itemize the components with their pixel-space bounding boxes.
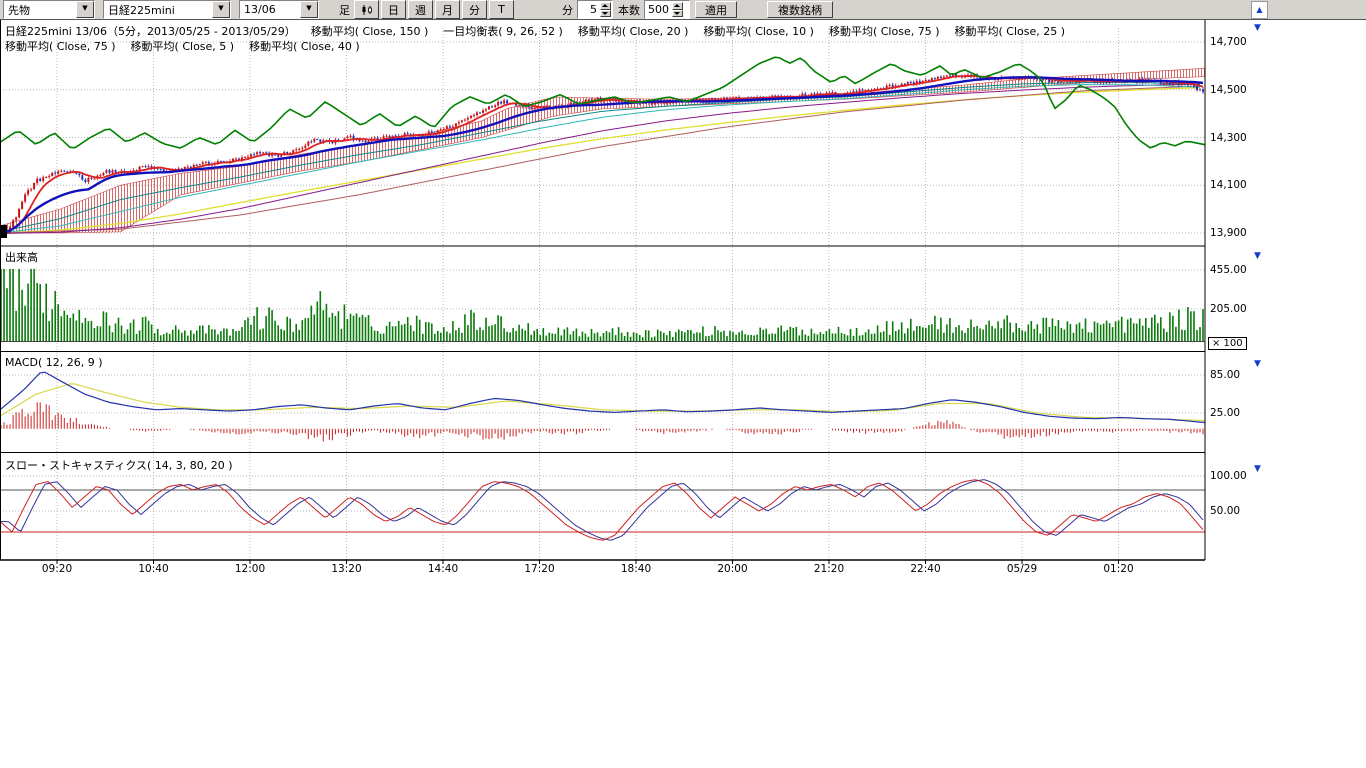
instrument-select[interactable]: 日経225mini ▼ [103, 0, 231, 19]
spinner-icon[interactable] [672, 2, 683, 17]
minute-input[interactable]: 5 [577, 0, 613, 19]
bar-count-value: 500 [645, 3, 672, 16]
volume-multiplier-badge: × 100 [1208, 337, 1247, 350]
period-button-月[interactable]: 月 [435, 0, 460, 19]
time-axis-label: 17:20 [524, 563, 554, 575]
legend-item: 移動平均( Close, 75 ) [829, 23, 940, 39]
price-axis-label: 14,100 [1210, 179, 1247, 191]
spinner-down-icon[interactable] [600, 10, 611, 18]
chevron-down-icon[interactable]: ▼ [76, 1, 94, 18]
macd-panel-label: MACD( 12, 26, 9 ) [5, 356, 103, 369]
period-button-日[interactable]: 日 [381, 0, 406, 19]
legend-item: 日経225mini 13/06（5分，2013/05/25 - 2013/05/… [5, 23, 296, 39]
spinner-up-icon[interactable] [672, 2, 683, 10]
time-axis-label: 01:20 [1103, 563, 1133, 575]
price-axis-label: 14,700 [1210, 36, 1247, 48]
stoch-panel-label: スロー・ストキャスティクス( 14, 3, 80, 20 ) [5, 457, 233, 473]
volume-axis-label: 455.00 [1210, 264, 1247, 276]
time-axis-label: 14:40 [428, 563, 458, 575]
period-button-group: 日週月分T [381, 0, 516, 19]
chevron-down-icon[interactable]: ▼ [300, 1, 318, 18]
trading-chart-window: 先物 ▼ 日経225mini ▼ 13/06 ▼ 足 日週月分T 分 5 本数 [0, 0, 1366, 768]
time-axis-label: 20:00 [717, 563, 747, 575]
minute-value: 5 [578, 3, 600, 16]
stoch-panel-arrow-button[interactable]: ▼ [1254, 465, 1261, 474]
time-axis-label: 12:00 [235, 563, 265, 575]
bar-count-label: 本数 [618, 2, 640, 18]
legend-item: 移動平均( Close, 20 ) [578, 23, 689, 39]
macd-axis-label: 85.00 [1210, 369, 1240, 381]
chart-canvas[interactable] [0, 0, 1366, 600]
stoch-axis-label: 100.00 [1210, 470, 1247, 482]
time-axis-label: 22:40 [910, 563, 940, 575]
time-axis-label: 13:20 [331, 563, 361, 575]
triangle-up-icon: ▲ [1256, 6, 1262, 14]
time-axis-label: 09:20 [42, 563, 72, 575]
candlestick-icon [361, 4, 373, 16]
price-level-marker [0, 225, 7, 238]
contract-month-select[interactable]: 13/06 ▼ [239, 0, 319, 19]
volume-axis-label: 205.00 [1210, 303, 1247, 315]
volume-panel-arrow-button[interactable]: ▼ [1254, 252, 1261, 261]
spinner-down-icon[interactable] [672, 10, 683, 18]
legend-item: 移動平均( Close, 5 ) [131, 38, 235, 54]
price-axis-label: 14,300 [1210, 132, 1247, 144]
legend-item: 一目均衡表( 9, 26, 52 ) [443, 23, 563, 39]
price-axis-label: 14,500 [1210, 84, 1247, 96]
legend-item: 移動平均( Close, 40 ) [249, 38, 360, 54]
multi-symbol-button[interactable]: 複数銘柄 [767, 1, 833, 18]
time-axis-label: 18:40 [621, 563, 651, 575]
price-panel-arrow-button[interactable]: ▼ [1254, 24, 1261, 33]
time-axis-label: 05/29 [1007, 563, 1037, 575]
legend-item: 移動平均( Close, 75 ) [5, 38, 116, 54]
chevron-down-icon[interactable]: ▼ [212, 1, 230, 18]
macd-axis-label: 25.00 [1210, 407, 1240, 419]
instrument-type-select[interactable]: 先物 ▼ [3, 0, 95, 19]
spinner-icon[interactable] [600, 2, 611, 17]
apply-button[interactable]: 適用 [695, 1, 737, 18]
period-button-週[interactable]: 週 [408, 0, 433, 19]
contract-month-value: 13/06 [240, 3, 300, 16]
period-button-分[interactable]: 分 [462, 0, 487, 19]
macd-panel-arrow-button[interactable]: ▼ [1254, 360, 1261, 369]
chart-legend-line-2: 移動平均( Close, 75 ) 移動平均( Close, 5 ) 移動平均( C… [5, 38, 360, 54]
bar-count-input[interactable]: 500 [644, 0, 690, 19]
volume-panel-label: 出来高 [5, 249, 38, 265]
spinner-up-icon[interactable] [600, 2, 611, 10]
chart-legend-line-1: 日経225mini 13/06（5分，2013/05/25 - 2013/05/… [5, 23, 1065, 39]
instrument-value: 日経225mini [104, 2, 212, 18]
legend-item: 移動平均( Close, 10 ) [703, 23, 814, 39]
bar-type-label: 足 [339, 2, 350, 18]
scroll-up-button[interactable]: ▲ [1251, 1, 1268, 19]
period-button-T[interactable]: T [489, 0, 514, 19]
instrument-type-value: 先物 [4, 2, 76, 18]
time-axis-label: 21:20 [814, 563, 844, 575]
legend-item: 移動平均( Close, 25 ) [955, 23, 1066, 39]
time-axis-label: 10:40 [138, 563, 168, 575]
price-axis-label: 13,900 [1210, 227, 1247, 239]
stoch-axis-label: 50.00 [1210, 505, 1240, 517]
toolbar: 先物 ▼ 日経225mini ▼ 13/06 ▼ 足 日週月分T 分 5 本数 [0, 0, 1366, 20]
minute-label: 分 [562, 2, 573, 18]
legend-item: 移動平均( Close, 150 ) [311, 23, 429, 39]
candlestick-style-button[interactable] [354, 0, 379, 19]
